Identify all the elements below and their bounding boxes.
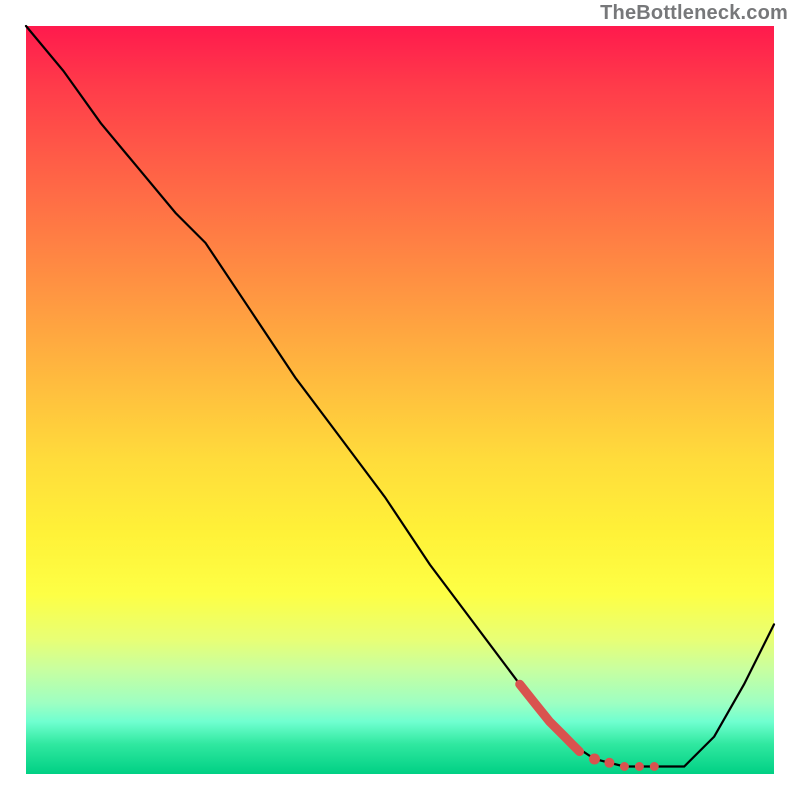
highlight-dot — [635, 762, 644, 771]
highlight-dot — [604, 758, 614, 768]
highlight-dots — [589, 754, 659, 772]
highlight-dot — [589, 754, 600, 765]
highlight-segment — [520, 684, 580, 751]
chart-svg — [26, 26, 774, 774]
highlight-dot — [620, 762, 629, 771]
highlight-dot — [650, 762, 659, 771]
watermark-text: TheBottleneck.com — [600, 2, 788, 25]
chart-canvas: TheBottleneck.com — [0, 0, 800, 800]
bottleneck-curve — [26, 26, 774, 767]
